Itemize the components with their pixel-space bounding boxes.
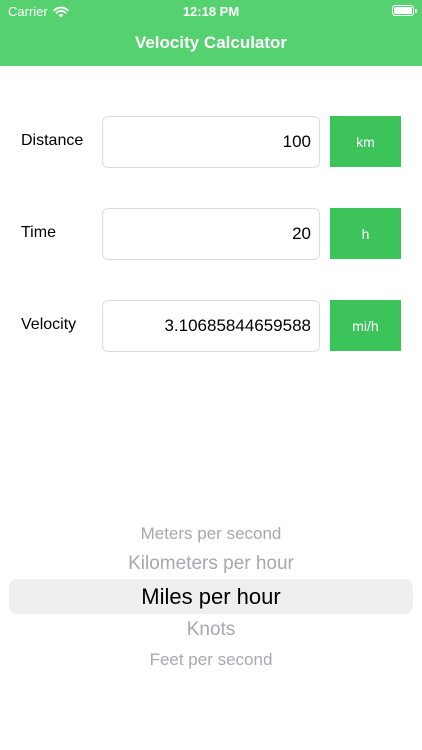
time-input[interactable] — [102, 208, 320, 260]
distance-unit-button[interactable]: km — [330, 116, 401, 167]
distance-label: Distance — [21, 132, 84, 149]
velocity-output[interactable] — [102, 300, 320, 352]
distance-row: Distance km — [0, 116, 422, 168]
time-label: Time — [21, 224, 56, 241]
status-time: 12:18 PM — [182, 4, 240, 19]
velocity-unit-button[interactable]: mi/h — [330, 300, 401, 351]
navigation-bar: Carrier 12:18 PM Velocity Calculator — [0, 0, 422, 66]
battery-icon — [392, 5, 417, 16]
picker-option-selected[interactable]: Miles per hour — [0, 584, 422, 610]
unit-picker[interactable]: Meters per second Kilometers per hour Mi… — [0, 515, 422, 695]
velocity-row: Velocity mi/h — [0, 300, 422, 352]
picker-option[interactable]: Knots — [0, 619, 422, 641]
time-row: Time h — [0, 208, 422, 260]
distance-input[interactable] — [102, 116, 320, 168]
picker-option[interactable]: Meters per second — [0, 524, 422, 544]
time-unit-button[interactable]: h — [330, 208, 401, 259]
picker-option[interactable]: Feet per second — [0, 650, 422, 670]
picker-option[interactable]: Kilometers per hour — [0, 553, 422, 575]
page-title: Velocity Calculator — [134, 33, 288, 52]
status-bar: Carrier 12:18 PM — [0, 0, 422, 22]
velocity-label: Velocity — [21, 316, 77, 333]
